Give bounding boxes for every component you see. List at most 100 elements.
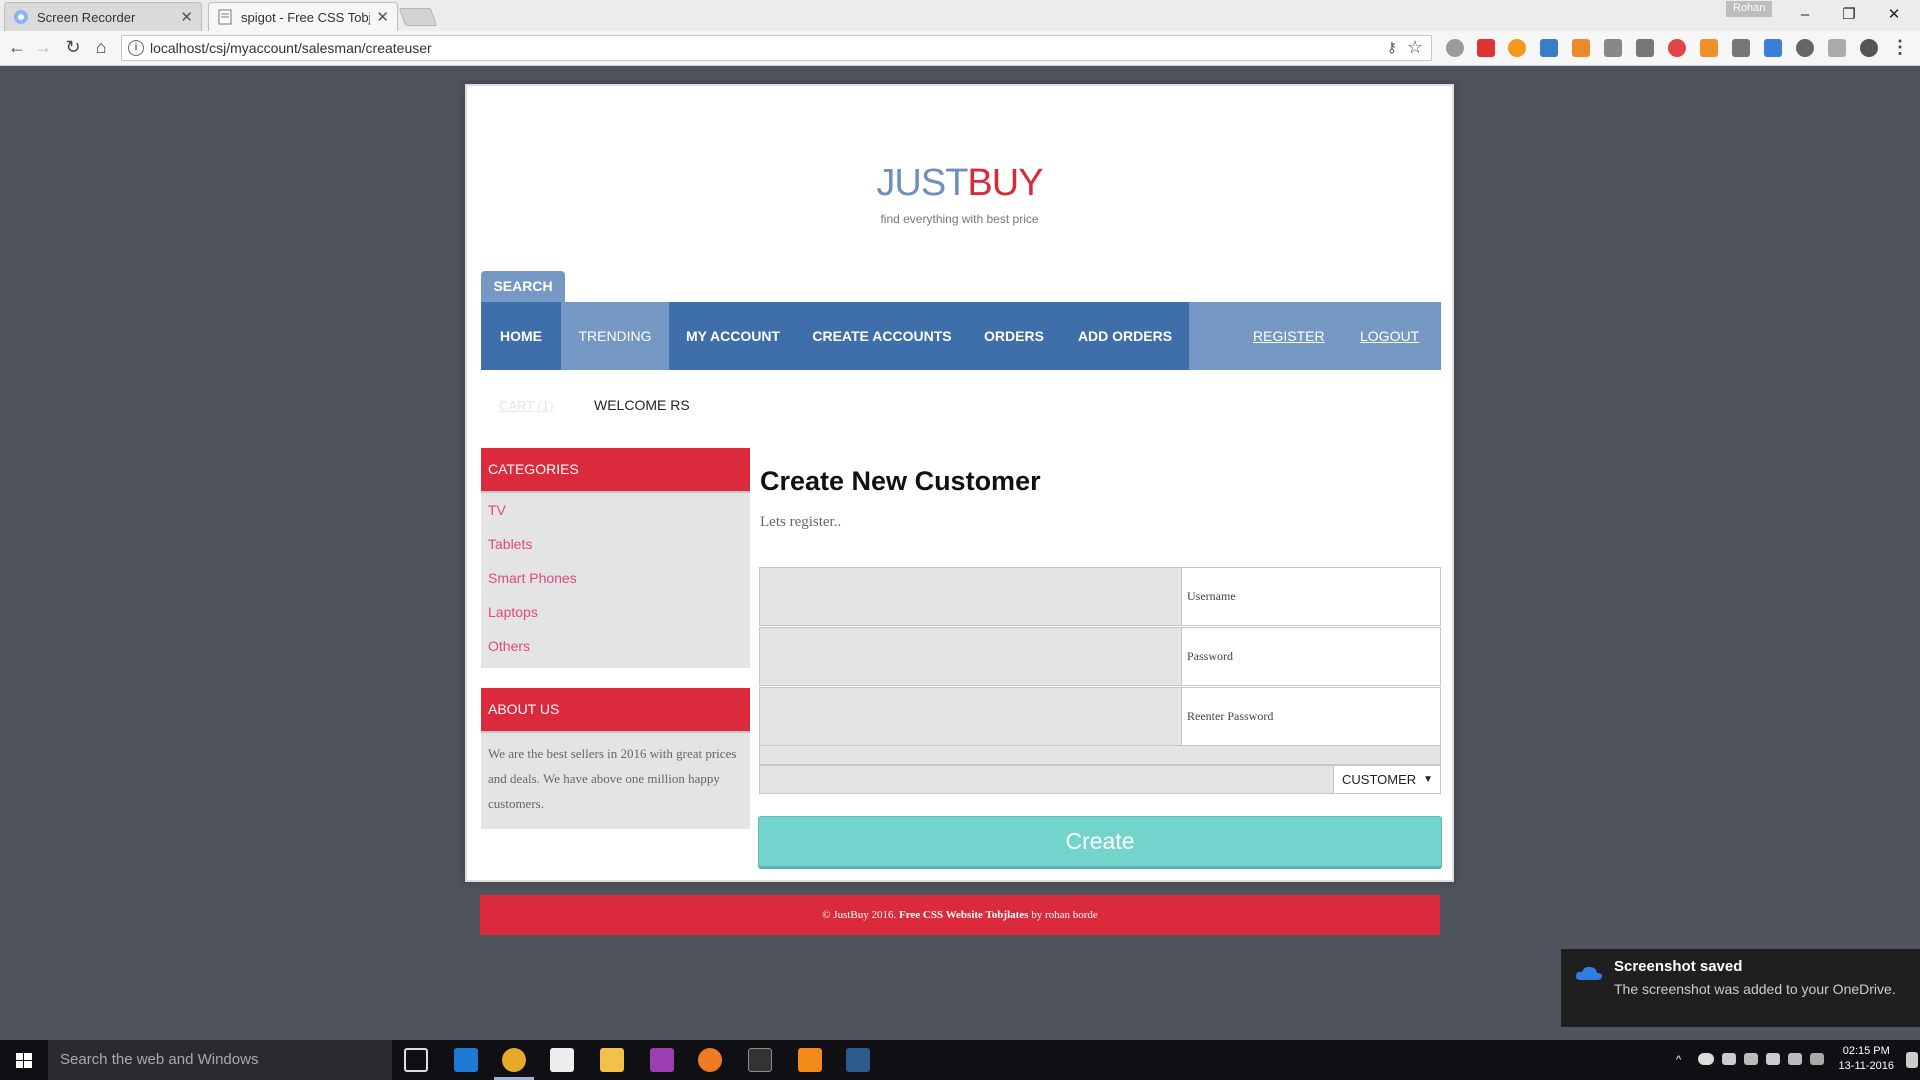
dropdown-arrow-icon: ▼ [1423,774,1433,785]
clock-date: 13-11-2016 [1838,1060,1894,1072]
network-icon[interactable] [1744,1053,1758,1065]
key-icon[interactable]: ⚷ [1387,39,1397,56]
download-extension-icon[interactable] [1764,39,1782,57]
help-extension-icon[interactable] [1860,39,1878,57]
cart-link[interactable]: CART (1) [499,398,553,413]
notification-toast[interactable]: Screenshot saved The screenshot was adde… [1561,949,1920,1027]
orange-app-icon[interactable] [798,1048,822,1072]
home-icon[interactable]: ⌂ [89,37,113,58]
show-hidden-icons[interactable]: ^ [1676,1054,1688,1066]
category-link-tablets[interactable]: Tablets [488,536,532,552]
record-extension-icon[interactable] [1668,39,1686,57]
footer-by: by rohan borde [1031,909,1098,921]
category-link-tv[interactable]: TV [488,502,506,518]
grey-extension-icon[interactable] [1732,39,1750,57]
edge-icon[interactable] [454,1048,478,1072]
restore-icon[interactable]: ❐ [1834,4,1864,26]
category-link-smart-phones[interactable]: Smart Phones [488,570,577,586]
task-view-icon[interactable] [404,1048,428,1072]
search-tab[interactable]: SEARCH [481,271,565,302]
tab-screen-recorder[interactable]: Screen Recorder ✕ [4,2,202,31]
chrome-menu-icon[interactable]: ⋮ [1888,37,1912,58]
reenter-label-cell [760,688,1181,745]
browser-toolbar: ← → ↻ ⌂ i localhost/csj/myaccount/salesm… [0,31,1920,66]
form-title: Create New Customer [760,466,1041,496]
mysql-workbench-icon[interactable] [846,1048,870,1072]
role-select-value: CUSTOMER [1342,772,1417,787]
username-row: Username [759,567,1441,626]
notification-title: Screenshot saved [1614,958,1743,975]
taskbar-clock[interactable]: 02:15 PM 13-11-2016 [1839,1044,1894,1074]
forward-icon[interactable]: → [31,37,55,58]
cast-icon[interactable] [1604,39,1622,57]
globe-extension-icon[interactable] [1796,39,1814,57]
create-button[interactable]: Create [758,816,1442,867]
page-container: JUSTBUY find everything with best price … [465,84,1454,882]
nav-create-accounts[interactable]: CREATE ACCOUNTS [797,302,967,370]
browser-tab-strip: Screen Recorder ✕ spigot - Free CSS Tobj… [0,0,1920,31]
category-link-laptops[interactable]: Laptops [488,604,538,620]
red-extension-icon[interactable] [1477,39,1495,57]
username-label-cell [760,568,1181,625]
role-select[interactable]: CUSTOMER ▼ [1333,766,1440,793]
onenote-icon[interactable] [650,1048,674,1072]
nav-orders[interactable]: ORDERS [967,302,1061,370]
register-link[interactable]: REGISTER [1253,302,1325,370]
nav-trending[interactable]: TRENDING [561,302,669,370]
page-icon [218,9,232,25]
chrome-icon[interactable] [502,1048,526,1072]
logout-link[interactable]: LOGOUT [1360,302,1419,370]
firefox-icon[interactable] [698,1048,722,1072]
camera-extension-icon[interactable] [1636,39,1654,57]
site-tagline: find everything with best price [880,212,1039,226]
about-us-header: ABOUT US [481,688,750,733]
username-input[interactable]: Username [1181,568,1440,625]
s-extension-icon[interactable] [1540,39,1558,57]
battery-icon[interactable] [1722,1053,1736,1065]
command-prompt-icon[interactable] [748,1048,772,1072]
role-row: CUSTOMER ▼ [759,765,1441,794]
notification-body: The screenshot was added to your OneDriv… [1614,981,1896,997]
keyboard-icon[interactable] [1810,1053,1824,1065]
footer-link[interactable]: Free CSS Website Tobjlates [899,909,1028,921]
close-tab-icon[interactable]: ✕ [180,8,193,26]
back-icon[interactable]: ← [5,37,29,58]
site-footer: © JustBuy 2016. Free CSS Website Tobjlat… [480,895,1440,935]
reenter-password-input[interactable]: Reenter Password [1181,688,1440,745]
nav-my-account[interactable]: MY ACCOUNT [669,302,797,370]
info-icon[interactable]: i [128,40,144,56]
welcome-text: WELCOME RS [594,397,690,413]
tab-title: spigot - Free CSS Tobjlates [241,9,371,25]
profile-button[interactable]: Rohan [1726,1,1773,17]
nav-home[interactable]: HOME [481,302,561,370]
bookmark-star-icon[interactable]: ☆ [1407,37,1423,58]
orange-square-extension-icon[interactable] [1700,39,1718,57]
category-link-others[interactable]: Others [488,638,530,654]
bd-extension-icon[interactable] [1572,39,1590,57]
adblock-extension-icon[interactable] [1446,39,1464,57]
orange-extension-icon[interactable] [1508,39,1526,57]
form-subtitle: Lets register.. [760,514,842,530]
wifi-icon[interactable] [1788,1053,1802,1065]
action-center-icon[interactable] [1906,1052,1918,1068]
close-tab-icon[interactable]: ✕ [376,8,389,26]
address-bar[interactable]: i localhost/csj/myaccount/salesman/creat… [121,35,1432,61]
reload-icon[interactable]: ↻ [61,37,85,58]
site-logo[interactable]: JUSTBUY [467,162,1452,205]
nav-add-orders[interactable]: ADD ORDERS [1061,302,1189,370]
taskbar-search-input[interactable]: Search the web and Windows [48,1040,392,1080]
close-window-icon[interactable]: ✕ [1879,4,1909,26]
minimize-icon[interactable]: – [1790,4,1820,26]
password-input[interactable]: Password [1181,628,1440,685]
windows-start-icon[interactable] [0,1040,48,1080]
new-tab-button[interactable] [398,8,438,26]
file-explorer-icon[interactable] [600,1048,624,1072]
screen-recorder-icon [14,10,28,24]
tab-spigot[interactable]: spigot - Free CSS Tobjlates ✕ [208,2,398,31]
settings-extension-icon[interactable] [1828,39,1846,57]
volume-icon[interactable] [1766,1053,1780,1065]
reenter-password-row: Reenter Password [759,687,1441,746]
main-nav: HOME TRENDING MY ACCOUNT CREATE ACCOUNTS… [481,302,1441,370]
onedrive-tray-icon[interactable] [1698,1053,1714,1065]
store-icon[interactable] [550,1048,574,1072]
